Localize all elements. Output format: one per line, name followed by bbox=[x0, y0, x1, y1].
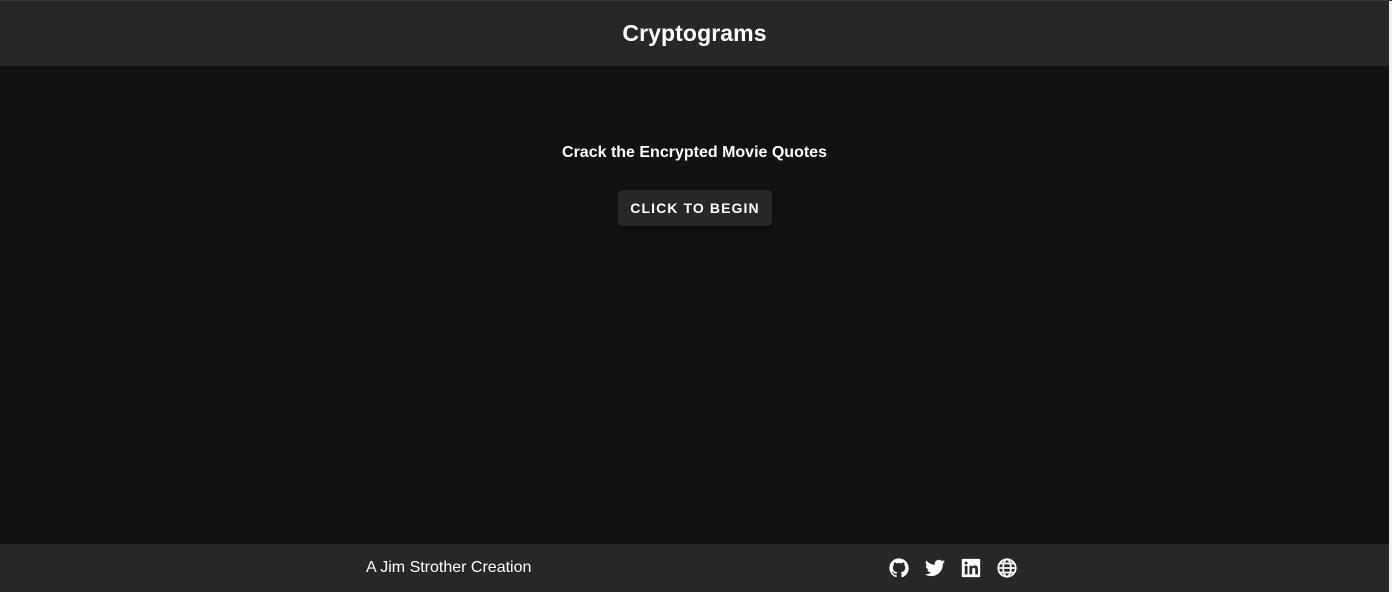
globe-icon bbox=[997, 558, 1017, 578]
footer-credit: A Jim Strother Creation bbox=[366, 559, 532, 576]
github-link[interactable] bbox=[888, 557, 910, 579]
app-title: Cryptograms bbox=[622, 20, 767, 46]
social-links bbox=[888, 557, 1018, 579]
twitter-icon bbox=[924, 559, 946, 577]
app-header: Cryptograms bbox=[0, 1, 1389, 66]
main-content: Crack the Encrypted Movie Quotes CLICK T… bbox=[0, 66, 1389, 544]
linkedin-link[interactable] bbox=[960, 557, 982, 579]
github-icon bbox=[889, 558, 909, 578]
linkedin-icon bbox=[961, 558, 981, 578]
page-subtitle: Crack the Encrypted Movie Quotes bbox=[562, 144, 827, 161]
twitter-link[interactable] bbox=[924, 557, 946, 579]
app-footer: A Jim Strother Creation bbox=[0, 544, 1389, 592]
begin-button[interactable]: CLICK TO BEGIN bbox=[618, 190, 772, 226]
website-link[interactable] bbox=[996, 557, 1018, 579]
app-page: Cryptograms Crack the Encrypted Movie Qu… bbox=[0, 0, 1392, 592]
